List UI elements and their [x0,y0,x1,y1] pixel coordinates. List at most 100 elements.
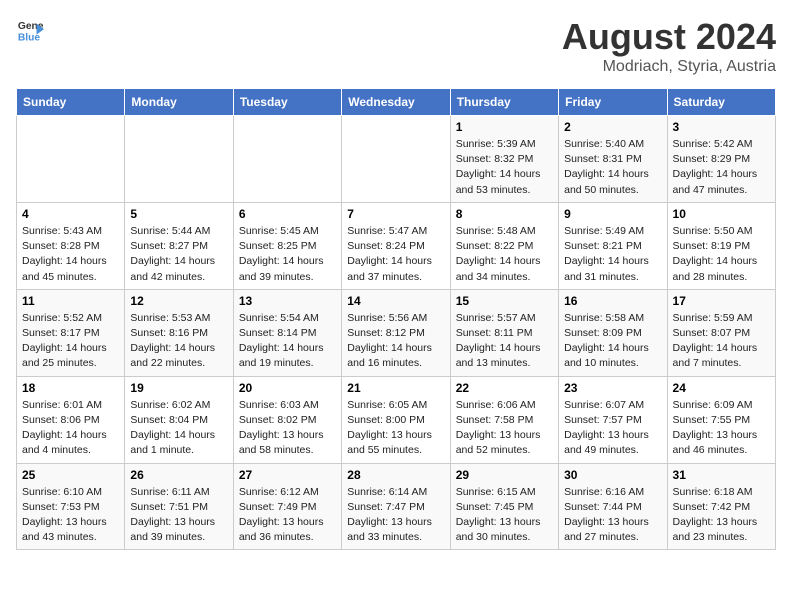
day-number: 29 [456,468,553,482]
calendar-week-5: 25Sunrise: 6:10 AM Sunset: 7:53 PM Dayli… [17,463,776,550]
day-number: 13 [239,294,336,308]
calendar-cell: 27 Sunrise: 6:12 AM Sunset: 7:49 PM Dayli… [233,463,341,550]
calendar-cell: 29 Sunrise: 6:15 AM Sunset: 7:45 PM Dayli… [450,463,558,550]
day-number: 11 [22,294,119,308]
day-info: Sunrise: 5:54 AM Sunset: 8:14 PM Dayligh… [239,311,336,372]
col-monday: Monday [125,89,233,116]
day-info: Sunrise: 5:40 AM Sunset: 8:31 PM Dayligh… [564,137,661,198]
calendar-cell: 3 Sunrise: 5:42 AM Sunset: 8:29 PM Daylig… [667,116,775,203]
day-number: 4 [22,207,119,221]
day-info: Sunrise: 6:09 AM Sunset: 7:55 PM Dayligh… [673,398,770,459]
calendar-header: Sunday Monday Tuesday Wednesday Thursday… [17,89,776,116]
calendar-cell: 9Sunrise: 5:49 AM Sunset: 8:21 PM Daylig… [559,202,667,289]
day-info: Sunrise: 5:59 AM Sunset: 8:07 PM Dayligh… [673,311,770,372]
calendar-cell: 17 Sunrise: 5:59 AM Sunset: 8:07 PM Dayli… [667,289,775,376]
day-info: Sunrise: 5:53 AM Sunset: 8:16 PM Dayligh… [130,311,227,372]
calendar-cell: 19 Sunrise: 6:02 AM Sunset: 8:04 PM Dayli… [125,376,233,463]
day-number: 10 [673,207,770,221]
day-info: Sunrise: 5:45 AM Sunset: 8:25 PM Dayligh… [239,224,336,285]
day-info: Sunrise: 6:12 AM Sunset: 7:49 PM Dayligh… [239,485,336,546]
day-info: Sunrise: 5:56 AM Sunset: 8:12 PM Dayligh… [347,311,444,372]
day-number: 23 [564,381,661,395]
day-number: 18 [22,381,119,395]
day-info: Sunrise: 6:11 AM Sunset: 7:51 PM Dayligh… [130,485,227,546]
calendar-cell: 20Sunrise: 6:03 AM Sunset: 8:02 PM Dayli… [233,376,341,463]
day-info: Sunrise: 6:14 AM Sunset: 7:47 PM Dayligh… [347,485,444,546]
svg-text:Blue: Blue [18,32,41,43]
day-number: 14 [347,294,444,308]
day-info: Sunrise: 5:39 AM Sunset: 8:32 PM Dayligh… [456,137,553,198]
day-info: Sunrise: 5:52 AM Sunset: 8:17 PM Dayligh… [22,311,119,372]
day-info: Sunrise: 6:02 AM Sunset: 8:04 PM Dayligh… [130,398,227,459]
calendar-cell [342,116,450,203]
day-info: Sunrise: 5:48 AM Sunset: 8:22 PM Dayligh… [456,224,553,285]
page-header: General Blue August 2024 Modriach, Styri… [16,16,776,76]
day-number: 1 [456,120,553,134]
day-info: Sunrise: 5:58 AM Sunset: 8:09 PM Dayligh… [564,311,661,372]
day-number: 15 [456,294,553,308]
calendar-cell: 28 Sunrise: 6:14 AM Sunset: 7:47 PM Dayli… [342,463,450,550]
day-number: 12 [130,294,227,308]
day-info: Sunrise: 5:49 AM Sunset: 8:21 PM Dayligh… [564,224,661,285]
day-info: Sunrise: 6:07 AM Sunset: 7:57 PM Dayligh… [564,398,661,459]
col-saturday: Saturday [667,89,775,116]
day-info: Sunrise: 6:16 AM Sunset: 7:44 PM Dayligh… [564,485,661,546]
calendar-table: Sunday Monday Tuesday Wednesday Thursday… [16,88,776,550]
calendar-cell: 14 Sunrise: 5:56 AM Sunset: 8:12 PM Dayli… [342,289,450,376]
title-area: August 2024 Modriach, Styria, Austria [562,16,776,76]
calendar-cell: 30 Sunrise: 6:16 AM Sunset: 7:44 PM Dayli… [559,463,667,550]
day-number: 21 [347,381,444,395]
calendar-cell: 15 Sunrise: 5:57 AM Sunset: 8:11 PM Dayli… [450,289,558,376]
calendar-week-3: 11 Sunrise: 5:52 AM Sunset: 8:17 PM Dayli… [17,289,776,376]
calendar-cell [17,116,125,203]
day-info: Sunrise: 5:57 AM Sunset: 8:11 PM Dayligh… [456,311,553,372]
day-info: Sunrise: 6:15 AM Sunset: 7:45 PM Dayligh… [456,485,553,546]
day-number: 19 [130,381,227,395]
calendar-cell: 1 Sunrise: 5:39 AM Sunset: 8:32 PM Daylig… [450,116,558,203]
day-number: 3 [673,120,770,134]
calendar-cell: 5 Sunrise: 5:44 AM Sunset: 8:27 PM Daylig… [125,202,233,289]
calendar-cell: 26Sunrise: 6:11 AM Sunset: 7:51 PM Dayli… [125,463,233,550]
logo: General Blue [16,16,44,44]
day-info: Sunrise: 6:01 AM Sunset: 8:06 PM Dayligh… [22,398,119,459]
calendar-cell: 4 Sunrise: 5:43 AM Sunset: 8:28 PM Daylig… [17,202,125,289]
calendar-cell: 10Sunrise: 5:50 AM Sunset: 8:19 PM Dayli… [667,202,775,289]
calendar-cell: 22Sunrise: 6:06 AM Sunset: 7:58 PM Dayli… [450,376,558,463]
day-number: 31 [673,468,770,482]
col-wednesday: Wednesday [342,89,450,116]
calendar-subtitle: Modriach, Styria, Austria [562,58,776,76]
day-info: Sunrise: 6:05 AM Sunset: 8:00 PM Dayligh… [347,398,444,459]
day-number: 28 [347,468,444,482]
day-info: Sunrise: 5:44 AM Sunset: 8:27 PM Dayligh… [130,224,227,285]
day-number: 8 [456,207,553,221]
header-row: Sunday Monday Tuesday Wednesday Thursday… [17,89,776,116]
day-info: Sunrise: 5:43 AM Sunset: 8:28 PM Dayligh… [22,224,119,285]
calendar-cell: 21 Sunrise: 6:05 AM Sunset: 8:00 PM Dayli… [342,376,450,463]
calendar-cell: 13 Sunrise: 5:54 AM Sunset: 8:14 PM Dayli… [233,289,341,376]
calendar-cell: 24Sunrise: 6:09 AM Sunset: 7:55 PM Dayli… [667,376,775,463]
day-number: 5 [130,207,227,221]
day-info: Sunrise: 6:18 AM Sunset: 7:42 PM Dayligh… [673,485,770,546]
day-number: 2 [564,120,661,134]
logo-icon: General Blue [16,16,44,44]
calendar-cell: 11 Sunrise: 5:52 AM Sunset: 8:17 PM Dayli… [17,289,125,376]
day-info: Sunrise: 5:42 AM Sunset: 8:29 PM Dayligh… [673,137,770,198]
day-number: 16 [564,294,661,308]
day-info: Sunrise: 5:47 AM Sunset: 8:24 PM Dayligh… [347,224,444,285]
day-number: 6 [239,207,336,221]
calendar-body: 1 Sunrise: 5:39 AM Sunset: 8:32 PM Daylig… [17,116,776,550]
calendar-cell: 12 Sunrise: 5:53 AM Sunset: 8:16 PM Dayli… [125,289,233,376]
day-info: Sunrise: 6:03 AM Sunset: 8:02 PM Dayligh… [239,398,336,459]
day-number: 30 [564,468,661,482]
day-number: 22 [456,381,553,395]
calendar-cell [233,116,341,203]
calendar-cell: 25Sunrise: 6:10 AM Sunset: 7:53 PM Dayli… [17,463,125,550]
calendar-cell: 23 Sunrise: 6:07 AM Sunset: 7:57 PM Dayli… [559,376,667,463]
calendar-cell: 6 Sunrise: 5:45 AM Sunset: 8:25 PM Daylig… [233,202,341,289]
day-number: 17 [673,294,770,308]
calendar-week-4: 18 Sunrise: 6:01 AM Sunset: 8:06 PM Dayli… [17,376,776,463]
col-friday: Friday [559,89,667,116]
col-thursday: Thursday [450,89,558,116]
calendar-cell [125,116,233,203]
day-number: 27 [239,468,336,482]
